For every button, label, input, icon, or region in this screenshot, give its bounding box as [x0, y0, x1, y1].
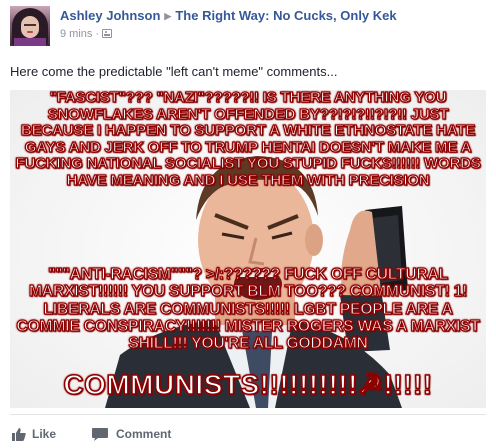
meme-bottom-caption: """ANTI-RACISM"""? >/:?????? FUCK OFF CU…: [16, 265, 481, 353]
avatar-shirt: [14, 38, 46, 46]
meta-separator: ·: [95, 28, 100, 40]
meme-big-caption: COMMUNISTS!!!!!!!!!!☭!!!!!: [63, 368, 433, 401]
post-timestamp[interactable]: 9 mins: [60, 28, 92, 40]
avatar-face: [21, 16, 39, 38]
comment-label: Comment: [116, 427, 172, 441]
author-avatar[interactable]: [10, 6, 50, 46]
actions-divider: [10, 414, 486, 415]
meme-image[interactable]: "FASCIST"??? "NAZI"?????!! IS THERE ANYT…: [10, 90, 486, 408]
like-label: Like: [32, 427, 57, 441]
arrow-right-icon: ▶: [164, 11, 172, 21]
speech-bubble-icon: [92, 428, 108, 441]
thumbs-up-icon: [12, 428, 26, 441]
group-name-link[interactable]: The Right Way: No Cucks, Only Kek: [175, 8, 396, 23]
comment-button[interactable]: Comment: [92, 424, 182, 444]
post-text: Here come the predictable "left can't me…: [10, 64, 338, 79]
post-header: Ashley Johnson ▶ The Right Way: No Cucks, …: [10, 6, 486, 50]
author-name-link[interactable]: Ashley Johnson: [60, 8, 160, 23]
group-audience-icon[interactable]: [102, 29, 113, 38]
meme-top-caption: "FASCIST"??? "NAZI"?????!! IS THERE ANYT…: [15, 90, 482, 189]
avatar-mouth: [27, 31, 33, 33]
like-button[interactable]: Like: [12, 424, 72, 444]
post-meta: 9 mins ·: [60, 28, 113, 40]
post-header-line: Ashley Johnson ▶ The Right Way: No Cucks, …: [60, 8, 397, 23]
avatar-eyes: [24, 24, 36, 26]
